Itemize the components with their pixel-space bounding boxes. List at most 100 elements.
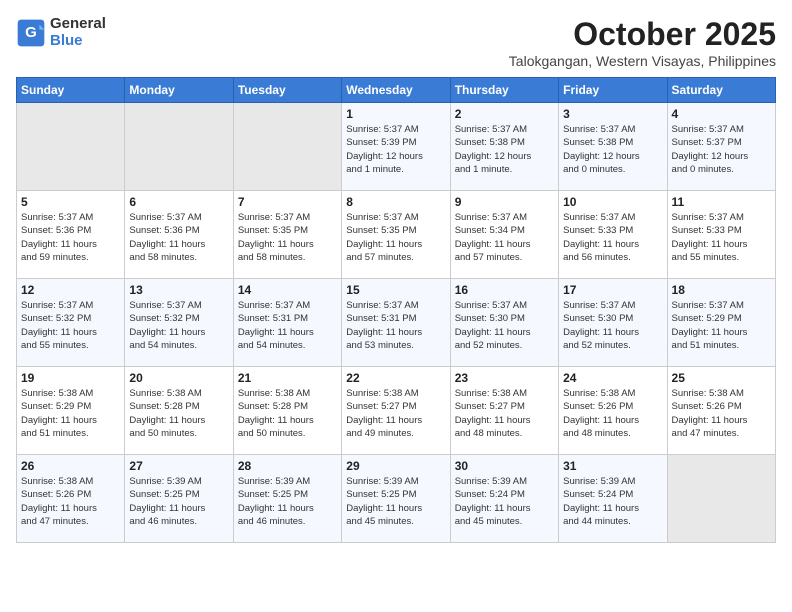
location-title: Talokgangan, Western Visayas, Philippine… <box>509 53 776 69</box>
day-info: Sunrise: 5:37 AM Sunset: 5:30 PM Dayligh… <box>455 299 554 352</box>
day-number: 7 <box>238 195 337 209</box>
calendar-cell: 25Sunrise: 5:38 AM Sunset: 5:26 PM Dayli… <box>667 367 775 455</box>
day-info: Sunrise: 5:37 AM Sunset: 5:35 PM Dayligh… <box>238 211 337 264</box>
day-info: Sunrise: 5:37 AM Sunset: 5:33 PM Dayligh… <box>672 211 771 264</box>
day-info: Sunrise: 5:37 AM Sunset: 5:34 PM Dayligh… <box>455 211 554 264</box>
title-block: October 2025 Talokgangan, Western Visaya… <box>509 16 776 69</box>
day-info: Sunrise: 5:37 AM Sunset: 5:31 PM Dayligh… <box>238 299 337 352</box>
day-info: Sunrise: 5:38 AM Sunset: 5:27 PM Dayligh… <box>346 387 445 440</box>
weekday-header-saturday: Saturday <box>667 78 775 103</box>
day-info: Sunrise: 5:37 AM Sunset: 5:35 PM Dayligh… <box>346 211 445 264</box>
calendar-cell: 18 Sunrise: 5:37 AM Sunset: 5:29 PM Dayli… <box>667 279 775 367</box>
day-number: 3 <box>563 107 662 121</box>
weekday-header-sunday: Sunday <box>17 78 125 103</box>
calendar-week-row: 19Sunrise: 5:38 AM Sunset: 5:29 PM Dayli… <box>17 367 776 455</box>
day-info: Sunrise: 5:37 AM Sunset: 5:31 PM Dayligh… <box>346 299 445 352</box>
day-number: 8 <box>346 195 445 209</box>
calendar-cell <box>125 103 233 191</box>
calendar-body: 1 Sunrise: 5:37 AM Sunset: 5:39 PM Daylig… <box>17 103 776 543</box>
calendar-cell <box>233 103 341 191</box>
calendar-cell: 29Sunrise: 5:39 AM Sunset: 5:25 PM Dayli… <box>342 455 450 543</box>
logo-blue-text: Blue <box>50 33 106 50</box>
calendar-cell: 1 Sunrise: 5:37 AM Sunset: 5:39 PM Daylig… <box>342 103 450 191</box>
calendar-cell: 14 Sunrise: 5:37 AM Sunset: 5:31 PM Dayli… <box>233 279 341 367</box>
day-info: Sunrise: 5:37 AM Sunset: 5:37 PM Dayligh… <box>672 123 771 176</box>
day-number: 4 <box>672 107 771 121</box>
day-info: Sunrise: 5:37 AM Sunset: 5:38 PM Dayligh… <box>563 123 662 176</box>
day-info: Sunrise: 5:39 AM Sunset: 5:25 PM Dayligh… <box>129 475 228 528</box>
svg-text:G: G <box>25 24 37 41</box>
calendar-cell: 31 Sunrise: 5:39 AM Sunset: 5:24 PM Dayli… <box>559 455 667 543</box>
calendar-cell: 16 Sunrise: 5:37 AM Sunset: 5:30 PM Dayli… <box>450 279 558 367</box>
day-info: Sunrise: 5:37 AM Sunset: 5:36 PM Dayligh… <box>21 211 120 264</box>
calendar-cell: 6 Sunrise: 5:37 AM Sunset: 5:36 PM Daylig… <box>125 191 233 279</box>
day-number: 30 <box>455 459 554 473</box>
day-number: 25 <box>672 371 771 385</box>
day-info: Sunrise: 5:39 AM Sunset: 5:24 PM Dayligh… <box>563 475 662 528</box>
day-number: 1 <box>346 107 445 121</box>
weekday-header-friday: Friday <box>559 78 667 103</box>
weekday-header-tuesday: Tuesday <box>233 78 341 103</box>
day-info: Sunrise: 5:38 AM Sunset: 5:27 PM Dayligh… <box>455 387 554 440</box>
calendar-cell: 15 Sunrise: 5:37 AM Sunset: 5:31 PM Dayli… <box>342 279 450 367</box>
calendar-cell: 11Sunrise: 5:37 AM Sunset: 5:33 PM Dayli… <box>667 191 775 279</box>
weekday-header-thursday: Thursday <box>450 78 558 103</box>
day-number: 23 <box>455 371 554 385</box>
calendar-cell: 28Sunrise: 5:39 AM Sunset: 5:25 PM Dayli… <box>233 455 341 543</box>
day-info: Sunrise: 5:37 AM Sunset: 5:29 PM Dayligh… <box>672 299 771 352</box>
calendar-cell <box>17 103 125 191</box>
day-number: 18 <box>672 283 771 297</box>
calendar-cell: 12Sunrise: 5:37 AM Sunset: 5:32 PM Dayli… <box>17 279 125 367</box>
calendar-week-row: 1 Sunrise: 5:37 AM Sunset: 5:39 PM Daylig… <box>17 103 776 191</box>
day-number: 2 <box>455 107 554 121</box>
day-info: Sunrise: 5:38 AM Sunset: 5:28 PM Dayligh… <box>129 387 228 440</box>
calendar-cell: 20 Sunrise: 5:38 AM Sunset: 5:28 PM Dayli… <box>125 367 233 455</box>
calendar-cell: 17 Sunrise: 5:37 AM Sunset: 5:30 PM Dayli… <box>559 279 667 367</box>
day-number: 15 <box>346 283 445 297</box>
day-number: 5 <box>21 195 120 209</box>
calendar-header: SundayMondayTuesdayWednesdayThursdayFrid… <box>17 78 776 103</box>
day-number: 19 <box>21 371 120 385</box>
calendar-week-row: 12 Sunrise: 5:37 AM Sunset: 5:32 PM Dayli… <box>17 279 776 367</box>
calendar-cell: 5 Sunrise: 5:37 AM Sunset: 5:36 PM Daylig… <box>17 191 125 279</box>
calendar-cell: 23 Sunrise: 5:38 AM Sunset: 5:27 PM Dayli… <box>450 367 558 455</box>
day-info: Sunrise: 5:37 AM Sunset: 5:33 PM Dayligh… <box>563 211 662 264</box>
day-number: 26 <box>21 459 120 473</box>
day-info: Sunrise: 5:38 AM Sunset: 5:26 PM Dayligh… <box>563 387 662 440</box>
day-info: Sunrise: 5:37 AM Sunset: 5:30 PM Dayligh… <box>563 299 662 352</box>
calendar-cell: 13Sunrise: 5:37 AM Sunset: 5:32 PM Dayli… <box>125 279 233 367</box>
calendar-week-row: 26Sunrise: 5:38 AM Sunset: 5:26 PM Dayli… <box>17 455 776 543</box>
day-info: Sunrise: 5:37 AM Sunset: 5:32 PM Dayligh… <box>129 299 228 352</box>
calendar-cell: 22 Sunrise: 5:38 AM Sunset: 5:27 PM Dayli… <box>342 367 450 455</box>
day-number: 16 <box>455 283 554 297</box>
day-number: 12 <box>21 283 120 297</box>
day-number: 17 <box>563 283 662 297</box>
day-number: 28 <box>238 459 337 473</box>
calendar-cell: 26Sunrise: 5:38 AM Sunset: 5:26 PM Dayli… <box>17 455 125 543</box>
calendar-week-row: 5 Sunrise: 5:37 AM Sunset: 5:36 PM Daylig… <box>17 191 776 279</box>
day-number: 21 <box>238 371 337 385</box>
day-number: 22 <box>346 371 445 385</box>
calendar-cell: 8 Sunrise: 5:37 AM Sunset: 5:35 PM Daylig… <box>342 191 450 279</box>
day-info: Sunrise: 5:38 AM Sunset: 5:28 PM Dayligh… <box>238 387 337 440</box>
day-info: Sunrise: 5:37 AM Sunset: 5:36 PM Dayligh… <box>129 211 228 264</box>
calendar-cell: 3 Sunrise: 5:37 AM Sunset: 5:38 PM Daylig… <box>559 103 667 191</box>
day-number: 10 <box>563 195 662 209</box>
weekday-header-row: SundayMondayTuesdayWednesdayThursdayFrid… <box>17 78 776 103</box>
calendar-cell: 19Sunrise: 5:38 AM Sunset: 5:29 PM Dayli… <box>17 367 125 455</box>
calendar-cell: 7 Sunrise: 5:37 AM Sunset: 5:35 PM Daylig… <box>233 191 341 279</box>
day-number: 9 <box>455 195 554 209</box>
day-number: 31 <box>563 459 662 473</box>
day-number: 27 <box>129 459 228 473</box>
calendar-cell: 21 Sunrise: 5:38 AM Sunset: 5:28 PM Dayli… <box>233 367 341 455</box>
day-number: 14 <box>238 283 337 297</box>
calendar-cell: 2Sunrise: 5:37 AM Sunset: 5:38 PM Daylig… <box>450 103 558 191</box>
calendar-table: SundayMondayTuesdayWednesdayThursdayFrid… <box>16 77 776 543</box>
day-info: Sunrise: 5:37 AM Sunset: 5:39 PM Dayligh… <box>346 123 445 176</box>
calendar-cell <box>667 455 775 543</box>
day-number: 24 <box>563 371 662 385</box>
logo-icon: G <box>16 18 46 48</box>
day-number: 6 <box>129 195 228 209</box>
calendar-cell: 30Sunrise: 5:39 AM Sunset: 5:24 PM Dayli… <box>450 455 558 543</box>
day-number: 20 <box>129 371 228 385</box>
